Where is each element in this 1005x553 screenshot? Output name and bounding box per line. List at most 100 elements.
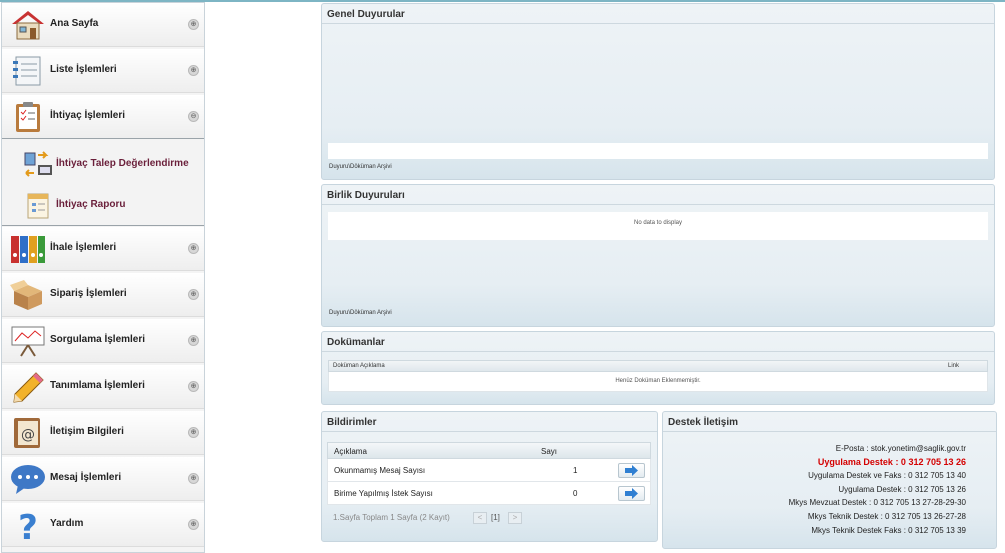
support-legislation-phone: Mkys Mevzuat Destek : 0 312 705 13 27-28… [788, 498, 966, 507]
column-header-count: Sayı [541, 447, 558, 456]
sidebar-item-label: Sorgulama İşlemleri [50, 334, 146, 345]
presentation-chart-icon [11, 326, 45, 357]
sidebar-item-label: Mesaj İşlemleri [50, 472, 122, 483]
column-header-description: Açıklama [334, 447, 367, 456]
pager-summary: 1.Sayfa Toplam 1 Sayfa (2 Kayıt) [333, 513, 450, 522]
sidebar-item-tanimlama-islemleri[interactable]: Tanımlama İşlemleri ⊕ [2, 365, 204, 409]
panel-notifications: Bildirimler Açıklama Sayı Okunmamış Mesa… [321, 411, 658, 542]
expand-icon[interactable]: ⊕ [188, 289, 199, 300]
sidebar-item-label: Tanımlama İşlemleri [50, 380, 145, 391]
sidebar-item-siparis-islemleri[interactable]: Sipariş İşlemleri ⊕ [2, 273, 204, 317]
box-icon [10, 280, 42, 310]
question-mark-icon: ? [18, 509, 38, 541]
panel-title: Bildirimler [327, 417, 377, 428]
panel-title: Genel Duyurular [327, 9, 405, 20]
submenu-item-ihtiyac-talep-degerlendirme[interactable]: İhtiyaç Talep Değerlendirme [2, 143, 204, 183]
sidebar-item-label: Ana Sayfa [50, 18, 99, 29]
archive-link[interactable]: Duyuru\Döküman Arşivi [329, 164, 392, 170]
divider [322, 351, 994, 352]
support-email: E-Posta : stok.yonetim@saglik.gov.tr [835, 444, 966, 453]
row-label: Okunmamış Mesaj Sayısı [334, 466, 426, 475]
go-button[interactable] [618, 486, 645, 501]
table-row: Okunmamış Mesaj Sayısı 1 [327, 459, 651, 482]
report-icon [27, 193, 49, 219]
divider [663, 431, 996, 432]
documents-table-body: Henüz Doküman Eklenmemiştir. [328, 372, 988, 392]
submenu-ihtiyac: İhtiyaç Talep Değerlendirme İhtiyaç Rapo… [2, 138, 204, 226]
svg-text:@: @ [21, 427, 35, 443]
expand-icon[interactable]: ⊕ [188, 19, 199, 30]
sidebar-item-ihale-islemleri[interactable]: İhale İşlemleri ⊕ [2, 227, 204, 271]
notifications-table: Açıklama Sayı Okunmamış Mesaj Sayısı 1 B… [327, 442, 651, 505]
panel-title: Dokümanlar [327, 337, 385, 348]
table-row: Birime Yapılmış İstek Sayısı 0 [327, 482, 651, 505]
column-header-link: Link [947, 363, 959, 369]
svg-text:?: ? [18, 509, 38, 541]
panel-general-announcements: Genel Duyurular Duyuru\Döküman Arşivi [321, 3, 995, 180]
sidebar-item-iletisim-bilgileri[interactable]: @ İletişim Bilgileri ⊕ [2, 411, 204, 455]
address-book-icon: @ [14, 418, 40, 448]
sidebar-item-mesaj-islemleri[interactable]: Mesaj İşlemleri ⊕ [2, 457, 204, 501]
support-app-phone: Uygulama Destek : 0 312 705 13 26 [838, 485, 966, 494]
expand-icon[interactable]: ⊕ [188, 473, 199, 484]
submenu-item-label: İhtiyaç Talep Değerlendirme [56, 158, 189, 169]
row-count: 0 [573, 489, 578, 498]
sidebar-item-label: İhale İşlemleri [50, 242, 117, 253]
panel-title: Destek İletişim [668, 417, 739, 428]
archive-link[interactable]: Duyuru\Döküman Arşivi [329, 310, 392, 316]
expand-icon[interactable]: ⊕ [188, 65, 199, 76]
house-icon [12, 11, 44, 40]
sidebar-item-ana-sayfa[interactable]: Ana Sayfa ⊕ [2, 3, 204, 47]
expand-icon[interactable]: ⊕ [188, 519, 199, 530]
support-app-fax: Uygulama Destek ve Faks : 0 312 705 13 4… [808, 471, 966, 480]
column-header-description: Doküman Açıklama [333, 363, 385, 369]
collapse-icon[interactable]: ⊖ [188, 111, 199, 122]
clipboard-checklist-icon [16, 102, 40, 132]
pencil-icon [13, 372, 44, 403]
expand-icon[interactable]: ⊕ [188, 381, 199, 392]
submenu-item-label: İhtiyaç Raporu [56, 199, 126, 210]
pager-prev-button[interactable]: < [473, 512, 487, 524]
documents-table-header: Doküman Açıklama Link [328, 360, 988, 372]
row-label: Birime Yapılmış İstek Sayısı [334, 489, 433, 498]
expand-icon[interactable]: ⊕ [188, 427, 199, 438]
support-technical-phone: Mkys Teknik Destek : 0 312 705 13 26-27-… [807, 512, 966, 521]
sidebar-item-liste-islemleri[interactable]: Liste İşlemleri ⊕ [2, 49, 204, 93]
sidebar-item-label: Liste İşlemleri [50, 64, 117, 75]
sidebar-item-sorgulama-islemleri[interactable]: Sorgulama İşlemleri ⊕ [2, 319, 204, 363]
announcement-list: No data to display [328, 212, 988, 240]
arrow-right-icon [625, 465, 638, 476]
table-header: Açıklama Sayı [327, 442, 651, 459]
no-data-message: No data to display [633, 220, 683, 226]
panel-support-contact: Destek İletişim E-Posta : stok.yonetim@s… [662, 411, 997, 549]
transfer-computer-icon [24, 151, 52, 177]
panel-documents: Dokümanlar Doküman Açıklama Link Henüz D… [321, 331, 995, 405]
pager-current-page[interactable]: [1] [491, 513, 500, 522]
sidebar-item-ihtiyac-islemleri[interactable]: İhtiyaç İşlemleri ⊖ [2, 95, 204, 139]
panel-title: Birlik Duyuruları [327, 190, 405, 201]
pager-next-button[interactable]: > [508, 512, 522, 524]
sidebar-item-label: Sipariş İşlemleri [50, 288, 127, 299]
sidebar-item-yardim[interactable]: ? Yardım ⊕ [2, 503, 204, 547]
submenu-item-ihtiyac-raporu[interactable]: İhtiyaç Raporu [2, 184, 204, 224]
go-button[interactable] [618, 463, 645, 478]
announcement-list [328, 143, 988, 159]
arrow-right-icon [625, 488, 638, 499]
sidebar-item-label: İletişim Bilgileri [50, 426, 124, 437]
speech-bubble-icon [11, 465, 45, 494]
support-app-phone-highlight: Uygulama Destek : 0 312 705 13 26 [817, 457, 966, 467]
notebook-icon [13, 56, 41, 86]
panel-union-announcements: Birlik Duyuruları No data to display Duy… [321, 184, 995, 327]
support-technical-fax: Mkys Teknik Destek Faks : 0 312 705 13 3… [811, 526, 966, 535]
empty-message: Henüz Doküman Eklenmemiştir. [615, 378, 701, 384]
divider [322, 23, 994, 24]
divider [322, 204, 994, 205]
expand-icon[interactable]: ⊕ [188, 335, 199, 346]
binders-icon [11, 236, 45, 263]
row-count: 1 [573, 466, 578, 475]
sidebar-item-label: Yardım [50, 518, 84, 529]
sidebar-item-label: İhtiyaç İşlemleri [50, 110, 126, 121]
divider [322, 431, 657, 432]
sidebar: Ana Sayfa ⊕ Liste İşlemleri ⊕ İhtiyaç İş… [1, 2, 205, 553]
expand-icon[interactable]: ⊕ [188, 243, 199, 254]
